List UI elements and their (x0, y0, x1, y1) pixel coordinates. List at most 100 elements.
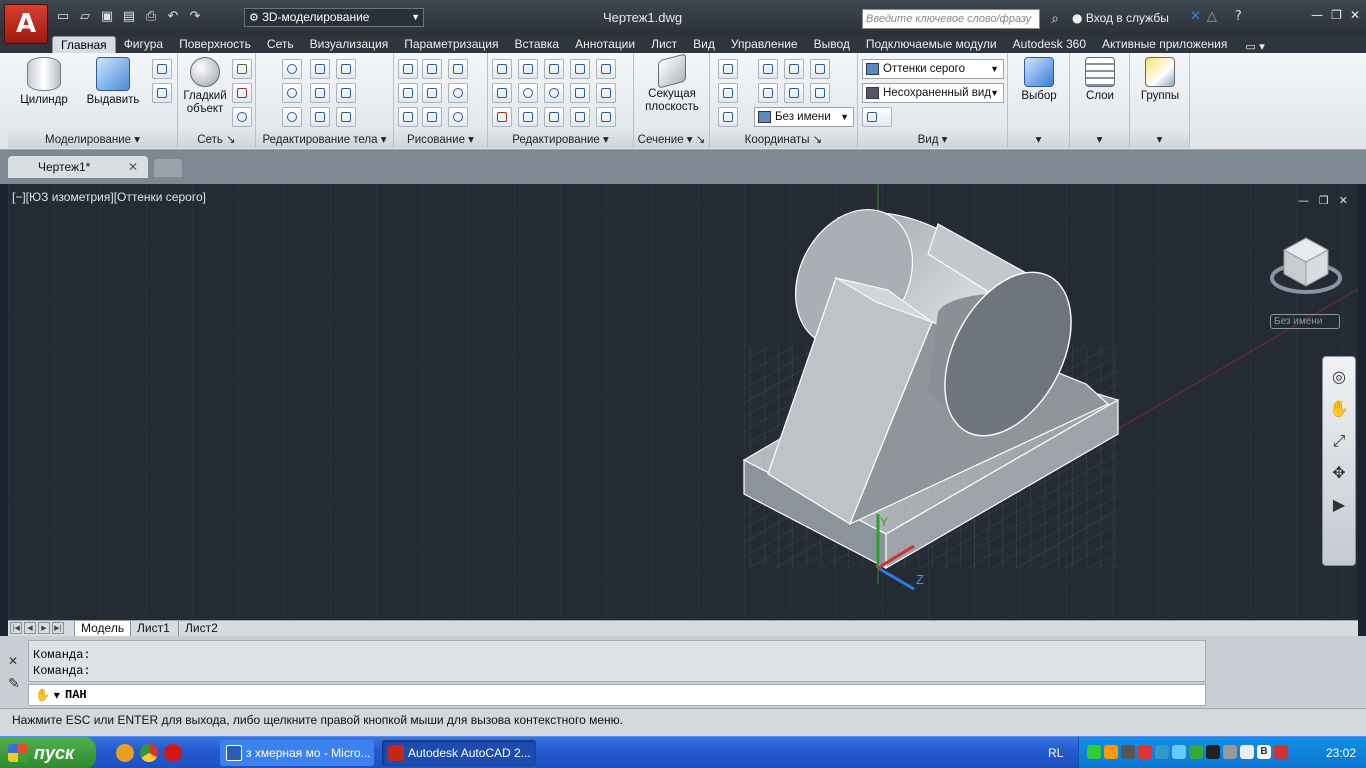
new-tab-button[interactable] (154, 159, 182, 177)
tab-mesh[interactable]: Сеть (259, 36, 302, 53)
quicklaunch-app-icon[interactable] (116, 744, 134, 762)
language-indicator[interactable]: RL (1048, 737, 1063, 768)
search-input[interactable]: Введите ключевое слово/фразу (862, 9, 1040, 29)
align-icon[interactable] (518, 107, 538, 127)
opera-icon[interactable] (164, 744, 182, 762)
fillet-icon[interactable] (492, 83, 512, 103)
next-layout-icon[interactable]: ▶ (38, 622, 50, 634)
imprint-icon[interactable] (310, 107, 330, 127)
ucs-combo[interactable]: Без имени ▼ (754, 107, 854, 127)
open-icon[interactable]: ▱ (76, 8, 94, 26)
rotate3d-icon[interactable] (518, 59, 538, 79)
scale-icon[interactable] (492, 59, 512, 79)
smooth-object-button[interactable]: Гладкий объект (180, 57, 230, 116)
mesh-remove-icon[interactable] (232, 83, 252, 103)
ucs-name-dropdown[interactable]: Без имени (1270, 314, 1340, 329)
save-as-icon[interactable]: ▤ (120, 8, 138, 26)
application-menu-button[interactable]: A (4, 4, 48, 44)
first-layout-icon[interactable]: |◀ (10, 622, 22, 634)
help-icon[interactable]: ? (1235, 9, 1242, 24)
wrench-icon[interactable]: ✎ (8, 676, 20, 692)
ucs-world-icon[interactable] (758, 59, 778, 79)
tray-icon[interactable] (1087, 745, 1101, 759)
intersect-icon[interactable] (282, 107, 302, 127)
circle-icon[interactable] (448, 83, 468, 103)
helix-icon[interactable] (422, 59, 442, 79)
groups-button[interactable]: Группы (1134, 57, 1186, 103)
grid-array-icon[interactable] (596, 107, 616, 127)
tray-icon[interactable] (1138, 745, 1152, 759)
panel-title-modify[interactable]: Редактирование ▾ (488, 132, 633, 148)
close-icon[interactable]: ✕ (1350, 8, 1360, 22)
select-button[interactable]: Выбор (1012, 57, 1066, 103)
steering-wheel-icon[interactable]: ◎ (1326, 365, 1352, 389)
ucs-3point-icon[interactable] (810, 83, 830, 103)
command-input[interactable]: ✋ ▾ ПАН (28, 684, 1206, 706)
tray-icon[interactable] (1155, 745, 1169, 759)
chrome-icon[interactable] (140, 744, 158, 762)
ellipse-icon[interactable] (448, 107, 468, 127)
panel-title-mesh[interactable]: Сеть ↘ (178, 132, 255, 148)
panel-title-view[interactable]: Вид ▾ (858, 132, 1007, 148)
section-plane-button[interactable]: Секущая плоскость (638, 53, 706, 114)
polygon-icon[interactable] (398, 107, 418, 127)
tab-surface[interactable]: Поверхность (171, 36, 259, 53)
tab-insert[interactable]: Вставка (507, 36, 568, 53)
print-icon[interactable]: ⎙ (142, 8, 160, 26)
ucs-object-icon[interactable] (718, 83, 738, 103)
named-view-combo[interactable]: Несохраненный вид ▼ (862, 83, 1004, 103)
break-icon[interactable] (596, 59, 616, 79)
move3d-icon[interactable] (544, 59, 564, 79)
minimize-icon[interactable]: — (1311, 8, 1323, 22)
loft-icon[interactable] (152, 83, 172, 103)
slice-icon[interactable] (310, 59, 330, 79)
subtract-icon[interactable] (282, 83, 302, 103)
cylinder-button[interactable]: Цилиндр (16, 57, 72, 107)
a360-icon[interactable]: △ (1207, 9, 1217, 24)
panel-title-coordinates[interactable]: Координаты ↘ (710, 132, 857, 148)
layers-expand-icon[interactable]: ▾ (1070, 132, 1129, 148)
tab-layout2[interactable]: Лист2 (178, 621, 224, 636)
tab-plugins[interactable]: Подключаемые модули (858, 36, 1005, 53)
orbit-icon[interactable]: ✥ (1326, 461, 1352, 485)
ucs-view-icon[interactable] (810, 59, 830, 79)
panel-title-draw[interactable]: Рисование ▾ (394, 132, 487, 148)
pan-icon[interactable]: ✋ (1326, 397, 1352, 421)
mesh-refine-icon[interactable] (232, 107, 252, 127)
taskbar-autocad[interactable]: Autodesk AutoCAD 2... (382, 740, 536, 766)
tab-output[interactable]: Вывод (806, 36, 858, 53)
tray-icon[interactable] (1104, 745, 1118, 759)
tray-icon[interactable] (1172, 745, 1186, 759)
last-layout-icon[interactable]: ▶| (52, 622, 64, 634)
line-icon[interactable] (422, 83, 442, 103)
union-icon[interactable] (282, 59, 302, 79)
save-icon[interactable]: ▣ (98, 8, 116, 26)
erase-icon[interactable] (492, 107, 512, 127)
restore-icon[interactable]: ❐ (1331, 8, 1342, 22)
drawing-viewport[interactable]: [−][ЮЗ изометрия][Оттенки серого] — ❐ ✕ (8, 184, 1358, 620)
start-button[interactable]: пуск (0, 737, 96, 768)
zoom-extents-icon[interactable]: ⤢ (1326, 429, 1352, 453)
sign-in-button[interactable]: ● Вход в службы (1072, 11, 1169, 25)
workspace-select[interactable]: ⚙ 3D-моделирование ▼ (244, 8, 424, 27)
tray-icon[interactable] (1121, 745, 1135, 759)
tab-active-apps[interactable]: Активные приложения (1094, 36, 1235, 53)
stretch-icon[interactable] (570, 107, 590, 127)
document-tab[interactable]: Чертеж1* ✕ (8, 156, 148, 178)
ucs-face-icon[interactable] (718, 107, 738, 127)
tab-layout[interactable]: Лист (643, 36, 685, 53)
restore-icon[interactable]: ❐ (1319, 194, 1329, 207)
tray-icon[interactable] (1223, 745, 1237, 759)
offset-edge-icon[interactable] (336, 83, 356, 103)
arc-icon[interactable] (448, 59, 468, 79)
close-icon[interactable]: ✕ (128, 156, 138, 178)
tab-manage[interactable]: Управление (723, 36, 806, 53)
mesh-add-icon[interactable] (232, 59, 252, 79)
tray-icon[interactable] (1240, 745, 1254, 759)
rotate-icon[interactable] (544, 83, 564, 103)
panel-title-modeling[interactable]: Моделирование ▾ (8, 132, 177, 148)
tab-model[interactable]: Модель (74, 621, 131, 636)
tab-render[interactable]: Визуализация (302, 36, 397, 53)
tray-icon[interactable] (1274, 745, 1288, 759)
taskbar-word[interactable]: з хмерная мо - Micro... (220, 740, 374, 766)
